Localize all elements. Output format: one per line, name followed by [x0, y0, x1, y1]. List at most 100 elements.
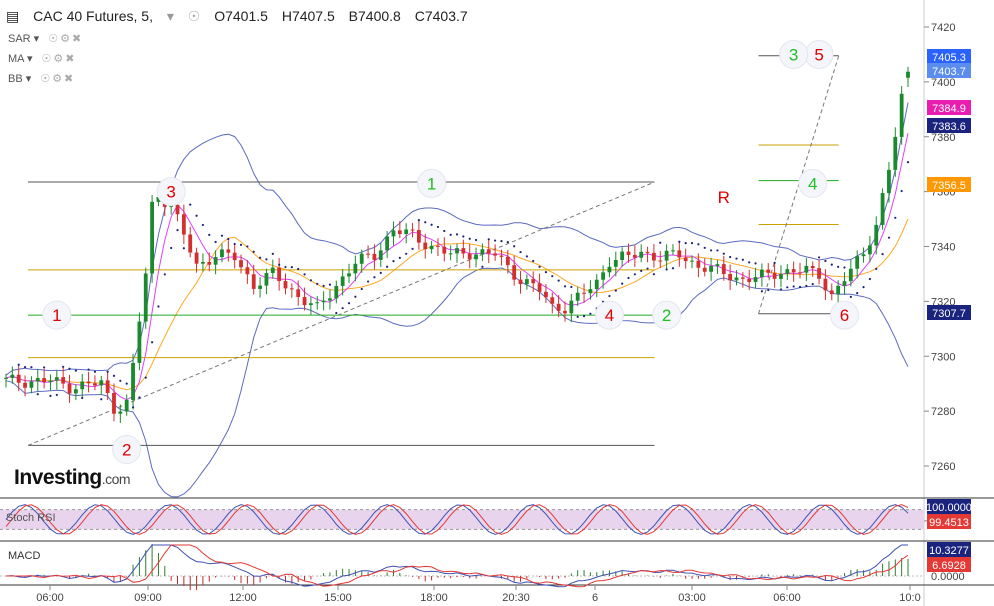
- sar-dot: [760, 290, 764, 293]
- sar-dot: [258, 256, 262, 259]
- candle-body: [423, 242, 428, 250]
- candle-body: [442, 246, 447, 254]
- sar-dot: [417, 218, 420, 222]
- candle-body: [709, 266, 713, 272]
- candle-body: [677, 250, 682, 258]
- indicator-controls[interactable]: ☉⚙✖: [42, 52, 77, 65]
- x-tick-label: 10:0: [899, 592, 920, 604]
- indicator-controls[interactable]: ☉⚙✖: [48, 32, 83, 45]
- candle-body: [448, 253, 453, 255]
- sar-dot: [563, 285, 567, 288]
- candle-body: [385, 236, 390, 251]
- ohlc-open: O7401.5: [214, 8, 268, 24]
- candle-body: [486, 249, 491, 254]
- candle-body: [664, 250, 669, 261]
- candle-body: [556, 303, 561, 311]
- candle-body: [582, 292, 586, 294]
- sar-dot: [697, 243, 700, 246]
- candle-body: [569, 300, 574, 314]
- sar-dot: [519, 250, 522, 254]
- sar-dot: [195, 214, 198, 217]
- candle-body: [35, 378, 40, 382]
- candle-body: [264, 273, 269, 286]
- price-tag-text: 7307.7: [932, 308, 966, 320]
- sar-dot: [640, 269, 643, 272]
- chevron-down-icon[interactable]: ▾: [167, 8, 174, 24]
- candle-body: [175, 204, 180, 215]
- price-tag-text: 7403.7: [932, 66, 966, 78]
- candle-body: [867, 245, 872, 255]
- sar-dot: [284, 265, 287, 269]
- sar-dot: [887, 236, 891, 239]
- candle-body: [289, 288, 294, 290]
- wave-label: R: [718, 188, 730, 207]
- sar-dot: [36, 393, 39, 396]
- candle-body: [188, 234, 193, 253]
- sar-dot: [830, 263, 833, 266]
- eye-icon[interactable]: ☉: [188, 8, 201, 24]
- price-tag: 7307.7: [927, 305, 971, 320]
- stoch-tag-text: 100.0000: [926, 502, 972, 514]
- candle-body: [455, 248, 459, 254]
- candle-body: [150, 201, 155, 274]
- x-tick-label: 15:00: [324, 592, 352, 604]
- sar-dot: [875, 267, 878, 270]
- sar-dot: [30, 366, 33, 369]
- sar-dot: [81, 396, 84, 400]
- indicator-ma[interactable]: MA ▾ ☉⚙✖: [8, 52, 77, 65]
- chart-svg[interactable]: 7240726072807300732073407360738074007420…: [0, 0, 994, 606]
- sar-dot: [87, 368, 90, 371]
- collapse-square-icon[interactable]: ▤: [6, 8, 19, 24]
- candle-body: [410, 229, 415, 231]
- sar-dot: [786, 286, 789, 289]
- candle-body: [366, 253, 370, 255]
- indicator-bb[interactable]: BB ▾ ☉⚙✖: [8, 72, 75, 85]
- candle-body: [245, 267, 250, 275]
- candle-body: [702, 267, 707, 272]
- instrument-title: CAC 40 Futures, 5,: [33, 8, 153, 24]
- candle-body: [258, 285, 262, 289]
- candle-body: [347, 273, 351, 277]
- x-tick-label: 09:00: [134, 592, 162, 604]
- x-tick-label: 12:00: [229, 592, 257, 604]
- candle-body: [118, 411, 123, 414]
- sar-dot: [411, 247, 414, 250]
- price-tag-text: 7383.6: [932, 121, 966, 133]
- candle-body: [232, 252, 237, 261]
- sar-dot: [309, 279, 313, 282]
- candle-body: [353, 263, 358, 274]
- candle-body: [626, 251, 631, 255]
- sar-dot: [170, 246, 173, 250]
- candle-body: [93, 383, 97, 386]
- sar-dot: [659, 241, 662, 244]
- logo-suffix: .com: [101, 471, 131, 487]
- sar-dot: [792, 285, 795, 288]
- candle-body: [474, 254, 478, 260]
- indicator-sar[interactable]: SAR ▾ ☉⚙✖: [8, 32, 83, 45]
- candle-body: [620, 251, 625, 260]
- sar-dot: [93, 370, 97, 373]
- candle-body: [683, 257, 688, 262]
- indicator-controls[interactable]: ☉⚙✖: [40, 72, 75, 85]
- macd-zero-label: 0.0000: [931, 571, 965, 583]
- indicator-label: MA: [8, 53, 24, 65]
- sar-dot: [494, 239, 497, 242]
- wave-label: 1: [417, 168, 447, 198]
- candle-body: [607, 266, 612, 273]
- sar-dot: [862, 286, 865, 289]
- sar-dot: [100, 398, 103, 401]
- sar-dot: [208, 233, 211, 236]
- sar-dot: [900, 189, 903, 193]
- x-tick-label: 18:00: [420, 592, 448, 604]
- candle-body: [728, 274, 733, 281]
- ohlc-low: B7400.8: [348, 8, 401, 24]
- sar-dot: [703, 246, 706, 249]
- sar-dot: [589, 312, 592, 315]
- candle-body: [531, 279, 536, 284]
- candle-body: [518, 279, 523, 285]
- sar-dot: [570, 285, 573, 289]
- sar-dot: [214, 240, 217, 244]
- candle-body: [359, 253, 364, 264]
- candle-body: [537, 283, 542, 292]
- stoch-tag: 100.0000: [926, 499, 972, 514]
